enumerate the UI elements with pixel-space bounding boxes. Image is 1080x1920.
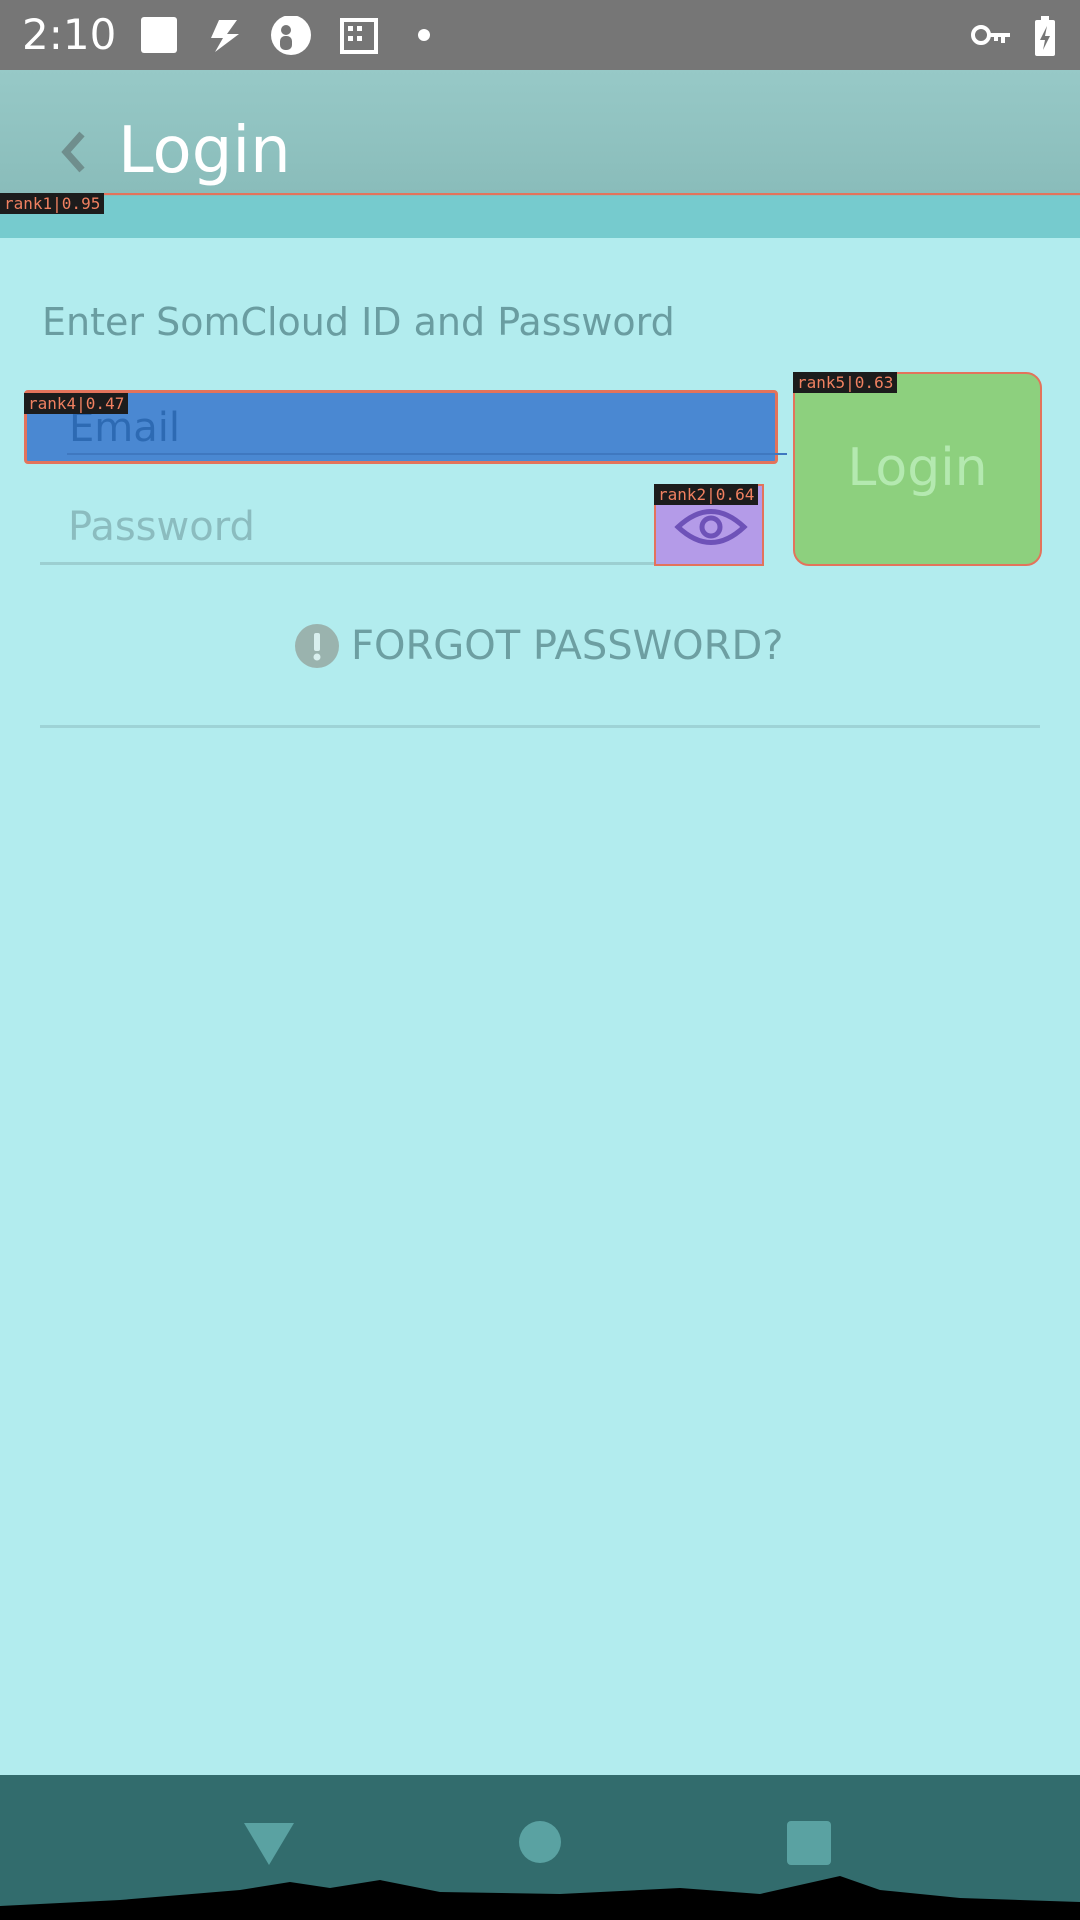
nav-back-icon[interactable] [242, 1819, 296, 1869]
bolt-icon [211, 20, 239, 52]
login-prompt: Enter SomCloud ID and Password [42, 300, 675, 344]
status-time: 2:10 [22, 10, 117, 59]
bottom-silhouette [0, 1876, 1080, 1920]
email-input[interactable] [67, 399, 731, 457]
key-icon [971, 25, 1010, 45]
password-field[interactable] [40, 490, 755, 565]
overlay-highlight-line [0, 193, 1080, 195]
overlay-tag-rank5: rank5|0.63 [793, 372, 898, 393]
divider [40, 725, 1040, 728]
forgot-password-label: FORGOT PASSWORD? [351, 623, 784, 669]
page-title: Login [118, 114, 291, 188]
login-button[interactable]: Login [793, 372, 1042, 566]
overlay-tag-rank1: rank1|0.95 [0, 193, 105, 214]
alert-icon [295, 624, 339, 668]
header-accent-strip [0, 196, 1080, 238]
back-chevron-icon[interactable] [52, 122, 92, 182]
dot-icon [418, 29, 430, 41]
overlay-tag-rank4: rank4|0.47 [24, 393, 129, 414]
password-underline [40, 562, 660, 565]
email-field[interactable] [24, 390, 787, 464]
status-bar: 2:10 [0, 0, 1080, 70]
account-icon [271, 16, 311, 55]
nav-home-icon[interactable] [518, 1819, 562, 1865]
nav-recents-icon[interactable] [786, 1819, 832, 1865]
photo-icon [141, 17, 177, 53]
navigation-bar [0, 1775, 1080, 1920]
overlay-tag-rank2: rank2|0.64 [654, 484, 759, 505]
email-underline [67, 453, 787, 455]
building-icon [340, 18, 378, 54]
app-bar: Login [0, 70, 1080, 196]
forgot-password-link[interactable]: FORGOT PASSWORD? [293, 618, 783, 674]
battery-charging-icon [1035, 16, 1055, 56]
password-input[interactable] [66, 498, 630, 556]
